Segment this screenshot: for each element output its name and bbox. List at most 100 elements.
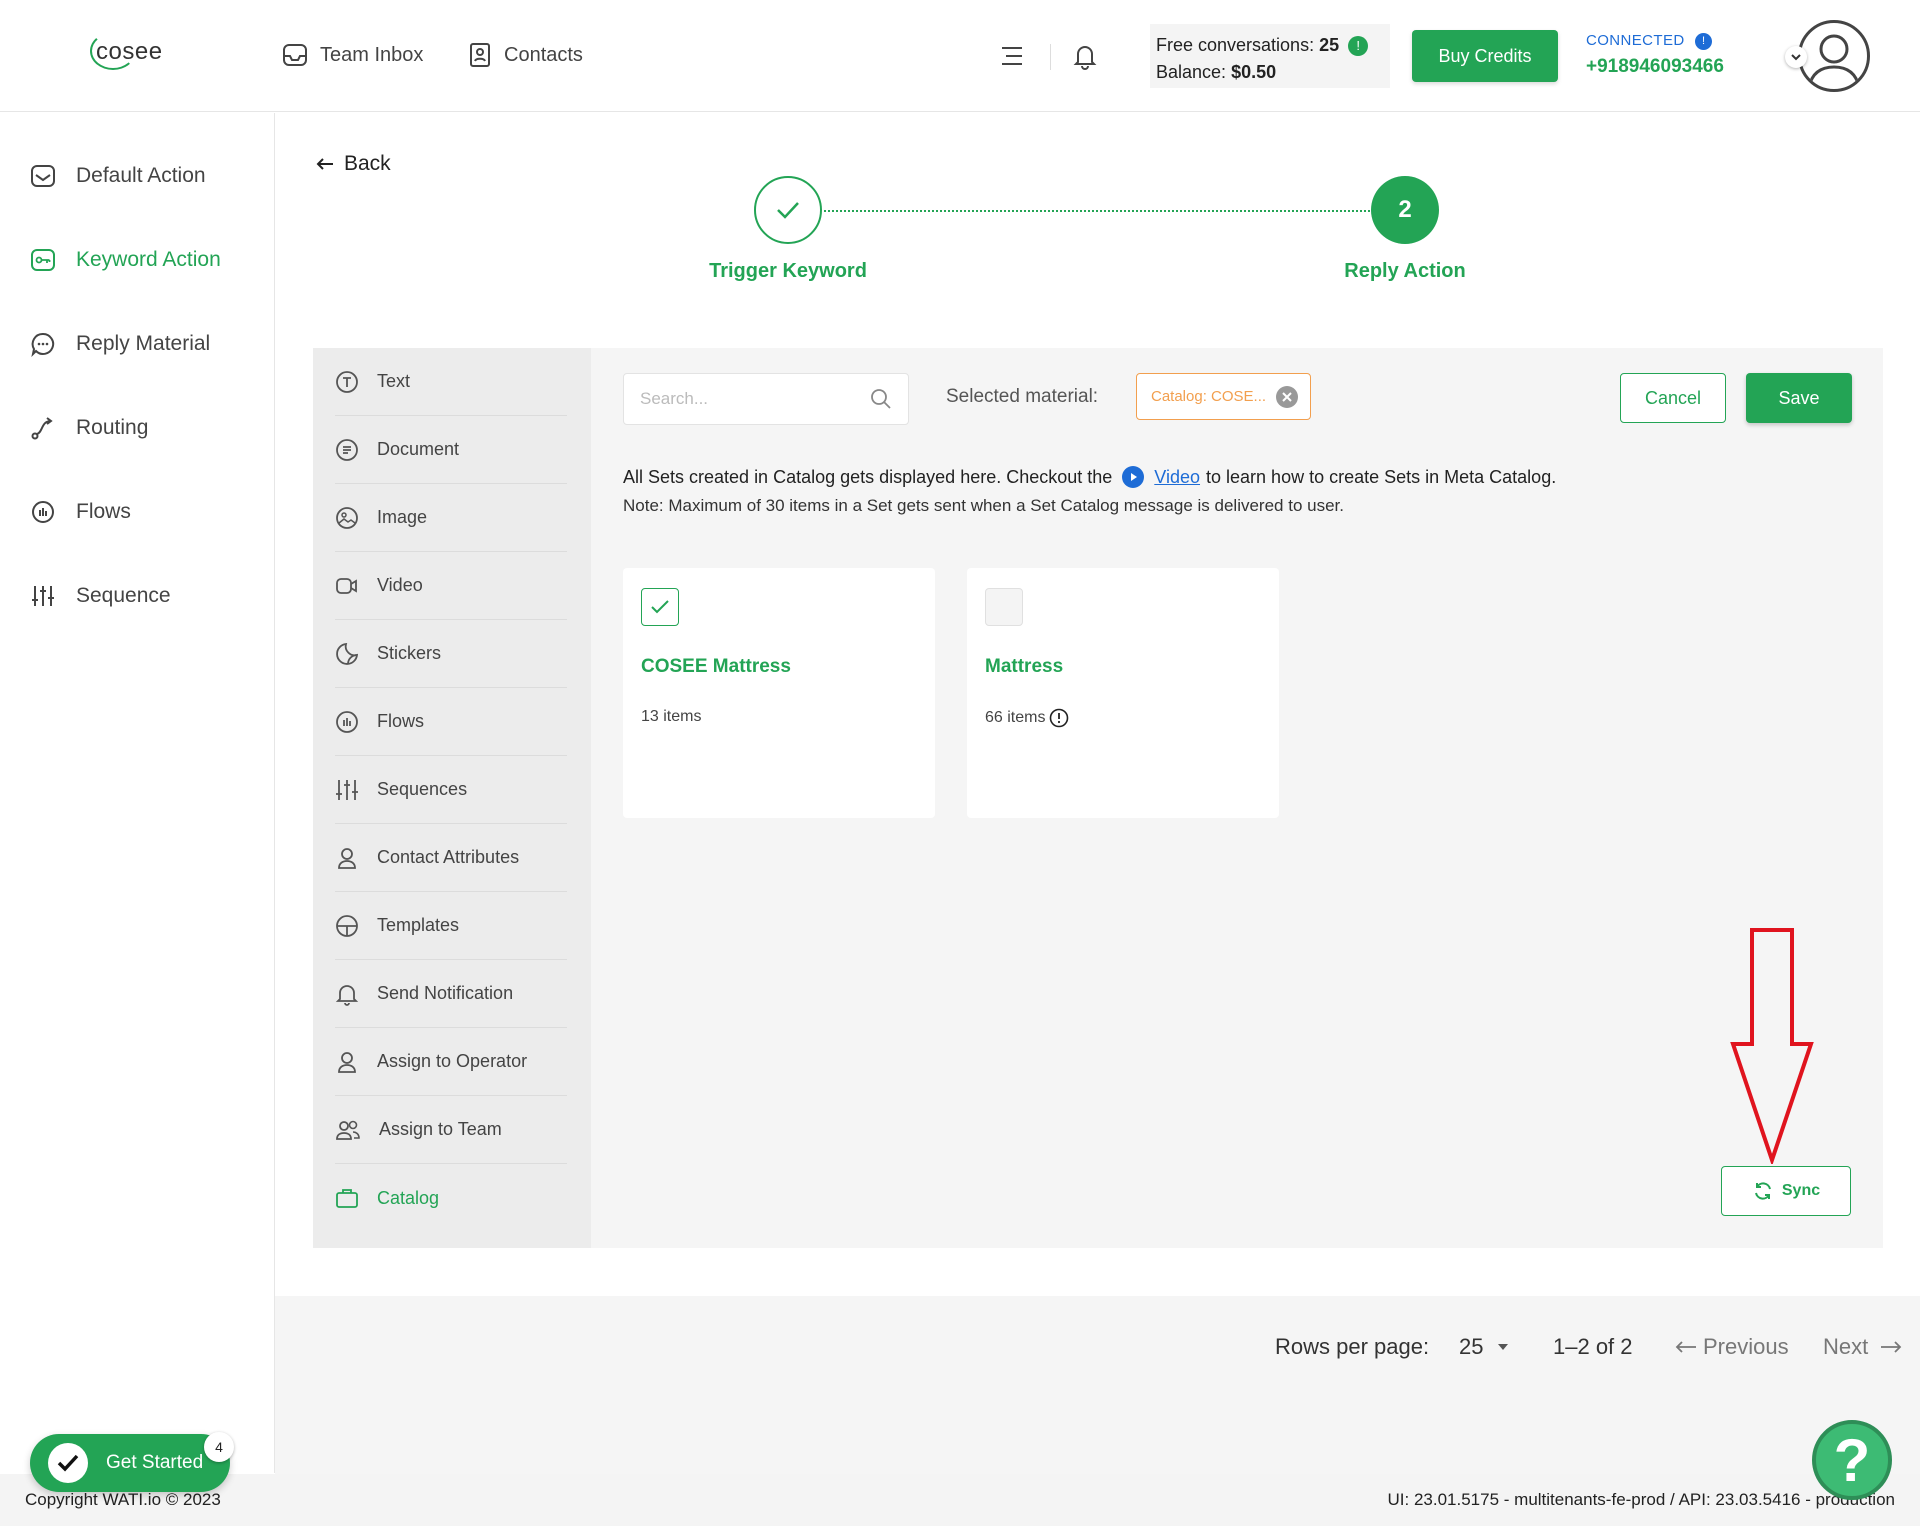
- set-card-cosee-mattress[interactable]: COSEE Mattress 13 items: [623, 568, 935, 818]
- team-icon: [335, 1118, 361, 1142]
- sidebar-item-default-action[interactable]: Default Action: [30, 163, 206, 189]
- avatar[interactable]: [1798, 20, 1870, 92]
- chat-bubble-icon: [30, 331, 56, 357]
- catalog-note-text: Note: Maximum of 30 items in a Set gets …: [623, 496, 1344, 515]
- inbox-icon: [30, 163, 56, 189]
- material-item-send-notification[interactable]: Send Notification: [335, 960, 567, 1028]
- step-1-label: Trigger Keyword: [709, 260, 867, 282]
- material-item-stickers[interactable]: Stickers: [335, 620, 567, 688]
- check-icon: [775, 200, 801, 220]
- menu-icon[interactable]: [998, 44, 1024, 68]
- video-icon: [335, 574, 359, 598]
- sync-button[interactable]: Sync: [1721, 1166, 1851, 1216]
- selected-material-chip: Catalog: COSE...: [1136, 373, 1311, 420]
- credit-summary: Free conversations: 25 ! Balance: $0.50: [1150, 24, 1390, 88]
- set-checkbox[interactable]: [641, 588, 679, 626]
- annotation-arrow-icon: [1730, 928, 1814, 1164]
- material-type-list: Text Document Image Video Stickers Flows…: [313, 348, 591, 1248]
- divider: [1050, 44, 1051, 70]
- top-header: cosee Team Inbox Contacts Free conversat…: [0, 0, 1920, 112]
- logo[interactable]: cosee: [90, 32, 163, 70]
- cancel-button[interactable]: Cancel: [1620, 373, 1726, 423]
- image-icon: [335, 506, 359, 530]
- selected-material-label: Selected material:: [946, 386, 1099, 407]
- document-icon: [335, 438, 359, 462]
- set-checkbox[interactable]: [985, 588, 1023, 626]
- bell-icon[interactable]: [1072, 42, 1098, 70]
- save-button[interactable]: Save: [1746, 373, 1852, 423]
- info-icon[interactable]: !: [1348, 36, 1369, 57]
- nav-team-inbox[interactable]: Team Inbox: [282, 42, 423, 68]
- buy-credits-button[interactable]: Buy Credits: [1412, 30, 1558, 82]
- search-input[interactable]: Search...: [623, 373, 909, 425]
- next-page-button[interactable]: Next: [1823, 1334, 1902, 1360]
- video-link[interactable]: Video: [1154, 467, 1200, 488]
- set-name: COSEE Mattress: [641, 656, 791, 677]
- search-icon: [870, 388, 892, 410]
- material-item-contact-attributes[interactable]: Contact Attributes: [335, 824, 567, 892]
- template-icon: [335, 914, 359, 938]
- material-item-templates[interactable]: Templates: [335, 892, 567, 960]
- get-started-badge: 4: [204, 1432, 234, 1462]
- flows-icon: [335, 710, 359, 734]
- text-icon: [335, 370, 359, 394]
- check-icon: [650, 599, 670, 615]
- connection-status: CONNECTED !: [1586, 32, 1713, 50]
- check-circle-icon: [48, 1443, 88, 1483]
- page-range: 1–2 of 2: [1553, 1334, 1633, 1359]
- rows-per-page: Rows per page:: [1275, 1334, 1430, 1359]
- arrow-left-icon: [316, 157, 334, 171]
- set-count: 13 items: [641, 708, 702, 725]
- arrow-right-icon: [1880, 1340, 1902, 1354]
- info-icon[interactable]: !: [1695, 32, 1713, 50]
- sidebar-item-sequence[interactable]: Sequence: [30, 583, 171, 609]
- contacts-icon: [468, 42, 492, 68]
- material-item-image[interactable]: Image: [335, 484, 567, 552]
- material-item-assign-to-team[interactable]: Assign to Team: [335, 1096, 567, 1164]
- back-button[interactable]: Back: [316, 152, 391, 176]
- play-icon: [1122, 466, 1145, 488]
- close-icon[interactable]: [1276, 385, 1299, 408]
- sidebar-item-routing[interactable]: Routing: [30, 415, 148, 441]
- footer: Copyright WATI.io © 2023 UI: 23.01.5175 …: [0, 1474, 1920, 1526]
- bell-icon: [335, 982, 359, 1006]
- sidebar-item-keyword-action[interactable]: Keyword Action: [30, 247, 221, 273]
- material-item-catalog[interactable]: Catalog: [335, 1164, 567, 1232]
- routing-icon: [30, 415, 56, 441]
- step-2-circle: 2: [1371, 176, 1439, 244]
- sidebar-item-flows[interactable]: Flows: [30, 499, 131, 525]
- person-icon: [335, 846, 359, 870]
- person-icon: [335, 1050, 359, 1074]
- set-name: Mattress: [985, 656, 1064, 677]
- get-started-button[interactable]: Get Started: [30, 1434, 230, 1492]
- rows-per-page-select[interactable]: 25: [1459, 1334, 1509, 1360]
- arrow-left-icon: [1675, 1340, 1697, 1354]
- alert-circle-icon[interactable]: [1049, 708, 1069, 728]
- set-count: 66 items: [985, 708, 1261, 728]
- flows-icon: [30, 499, 56, 525]
- material-item-video[interactable]: Video: [335, 552, 567, 620]
- material-item-flows[interactable]: Flows: [335, 688, 567, 756]
- previous-page-button[interactable]: Previous: [1675, 1334, 1789, 1360]
- phone-number: +918946093466: [1586, 56, 1724, 77]
- material-item-assign-to-operator[interactable]: Assign to Operator: [335, 1028, 567, 1096]
- sidebar-item-reply-material[interactable]: Reply Material: [30, 331, 210, 357]
- catalog-icon: [335, 1186, 359, 1210]
- help-icon[interactable]: ?: [1812, 1420, 1892, 1500]
- caret-down-icon: [1497, 1343, 1509, 1351]
- refresh-icon: [1752, 1181, 1774, 1201]
- set-card-mattress[interactable]: Mattress 66 items: [967, 568, 1279, 818]
- catalog-info-text: All Sets created in Catalog gets display…: [623, 466, 1557, 488]
- version-text: UI: 23.01.5175 - multitenants-fe-prod / …: [1387, 1490, 1895, 1509]
- sticker-icon: [335, 642, 359, 666]
- nav-contacts[interactable]: Contacts: [468, 42, 583, 68]
- material-item-document[interactable]: Document: [335, 416, 567, 484]
- chevron-down-icon[interactable]: [1785, 46, 1807, 68]
- material-item-text[interactable]: Text: [335, 348, 567, 416]
- material-item-sequences[interactable]: Sequences: [335, 756, 567, 824]
- key-icon: [30, 247, 56, 273]
- sliders-icon: [30, 583, 56, 609]
- sliders-icon: [335, 778, 359, 802]
- stepper-connector: [824, 210, 1374, 212]
- pagination-bar: Rows per page: 25 1–2 of 2 Previous Next: [275, 1296, 1920, 1474]
